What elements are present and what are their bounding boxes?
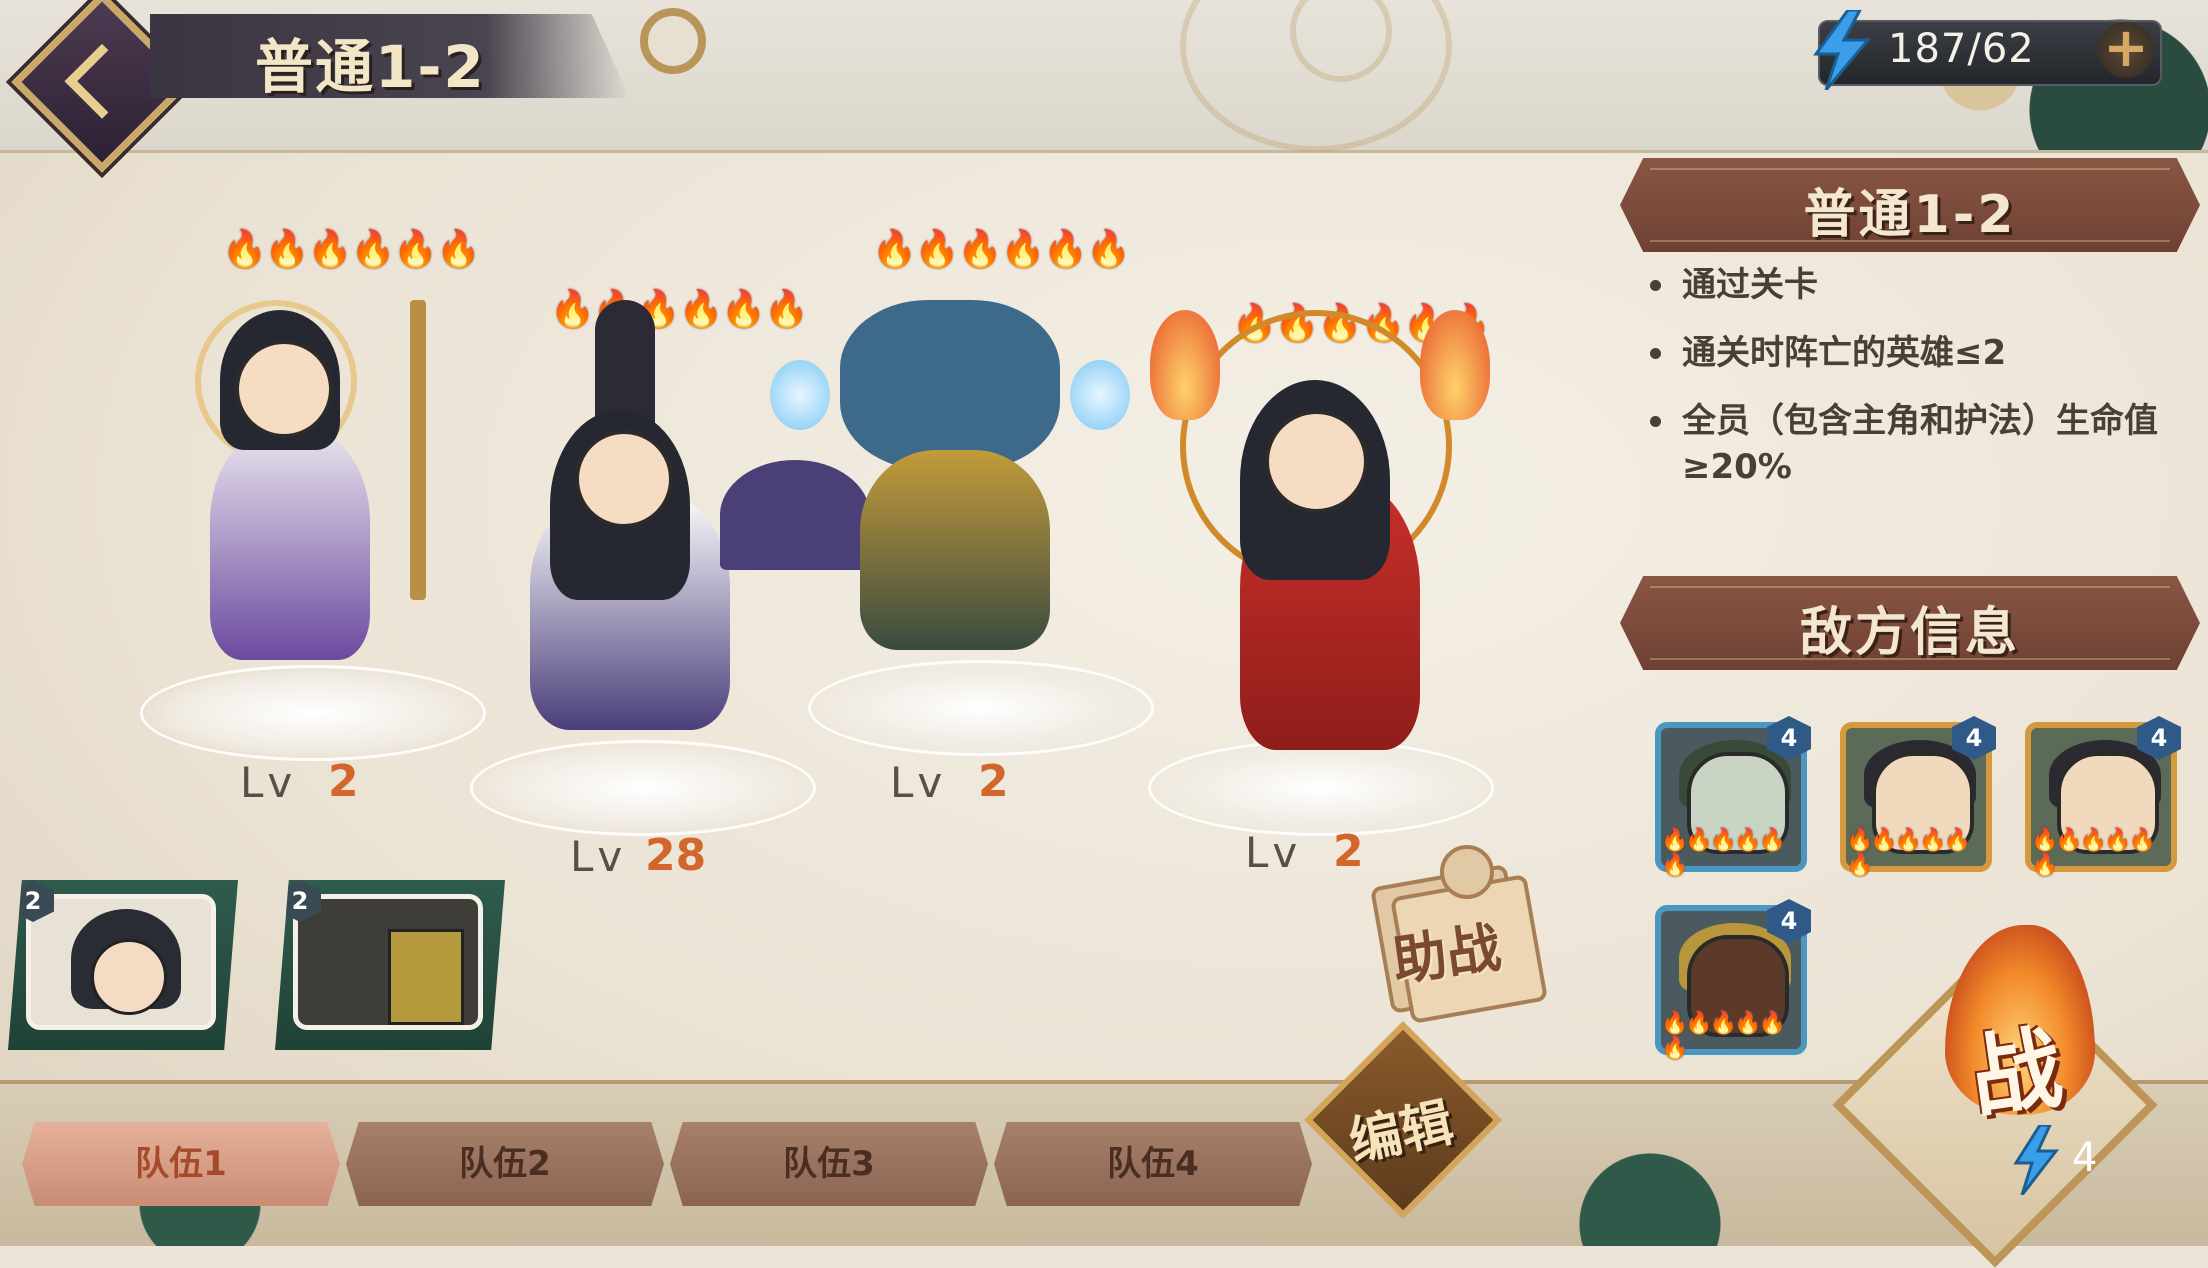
hero-star-rating: 🔥🔥🔥🔥🔥🔥 bbox=[872, 229, 1131, 270]
stage-title: 普通1-2 bbox=[1803, 185, 2017, 245]
tab-team-1[interactable]: 队伍1 bbox=[22, 1122, 340, 1206]
tab-team-3[interactable]: 队伍3 bbox=[670, 1122, 988, 1206]
enemy-star-rating: 🔥🔥🔥🔥🔥🔥 bbox=[2031, 828, 2156, 878]
energy-count: 187/62 bbox=[1888, 26, 2035, 72]
lightning-icon bbox=[1813, 10, 1872, 90]
assist-avatar-icon bbox=[1440, 845, 1494, 899]
tab-team-4[interactable]: 队伍4 bbox=[994, 1122, 1312, 1206]
enemy-card-scholar[interactable]: 4 🔥🔥🔥🔥🔥🔥 bbox=[1840, 716, 1996, 878]
reserve-portrait bbox=[293, 894, 483, 1030]
tab-team-2[interactable]: 队伍2 bbox=[346, 1122, 664, 1206]
hero-halo-mage[interactable] bbox=[150, 280, 480, 700]
hero-level-label: Lv bbox=[1245, 828, 1302, 877]
hero-star-rating: 🔥🔥🔥🔥🔥🔥 bbox=[222, 229, 481, 270]
reserve-portrait bbox=[26, 894, 216, 1030]
hero-level-label: Lv bbox=[570, 832, 627, 881]
hero-fire-archer[interactable] bbox=[1130, 250, 1510, 770]
condition-item: 全员（包含主角和护法）生命值≥20% bbox=[1640, 398, 2180, 490]
enemy-card-warrior[interactable]: 4 🔥🔥🔥🔥🔥🔥 bbox=[2025, 716, 2181, 878]
hero-level-label: Lv bbox=[240, 758, 297, 807]
enemy-info-title: 敌方信息 bbox=[1799, 603, 2020, 663]
hero-level-label: Lv bbox=[890, 758, 947, 807]
hero-level-value: 2 bbox=[328, 756, 359, 807]
hero-level-value: 2 bbox=[1333, 826, 1364, 877]
condition-list: 通过关卡 通关时阵亡的英雄≤2 全员（包含主角和护法）生命值≥20% bbox=[1640, 262, 2180, 512]
back-chevron-icon bbox=[64, 43, 140, 119]
add-energy-button[interactable]: + bbox=[2098, 21, 2154, 78]
hero-level-value: 2 bbox=[978, 756, 1009, 807]
assist-label: 助战 bbox=[1388, 915, 1505, 994]
lightning-icon bbox=[2013, 1125, 2060, 1195]
reserve-slot-1[interactable]: 2 bbox=[8, 880, 238, 1050]
hero-level-value: 28 bbox=[645, 830, 707, 881]
page-title: 普通1-2 bbox=[255, 33, 486, 101]
fight-energy-cost: 4 bbox=[2072, 1135, 2098, 1181]
hero-star-rating: 🔥🔥🔥🔥🔥🔥 bbox=[550, 289, 809, 330]
enemy-star-rating: 🔥🔥🔥🔥🔥🔥 bbox=[1846, 828, 1971, 878]
condition-item: 通关时阵亡的英雄≤2 bbox=[1640, 330, 2180, 376]
reserve-slot-2[interactable]: 2 bbox=[275, 880, 505, 1050]
enemy-star-rating: 🔥🔥🔥🔥🔥🔥 bbox=[1661, 1011, 1786, 1061]
hero-dragon-beast[interactable] bbox=[770, 280, 1130, 680]
title-knot-ornament bbox=[640, 8, 706, 74]
enemy-card-skeleton[interactable]: 4 🔥🔥🔥🔥🔥🔥 bbox=[1655, 716, 1811, 878]
enemy-star-rating: 🔥🔥🔥🔥🔥🔥 bbox=[1661, 828, 1786, 878]
enemy-card-horse[interactable]: 4 🔥🔥🔥🔥🔥🔥 bbox=[1655, 899, 1811, 1061]
condition-item: 通过关卡 bbox=[1640, 262, 2180, 308]
fight-label: 战 bbox=[1964, 1015, 2069, 1132]
